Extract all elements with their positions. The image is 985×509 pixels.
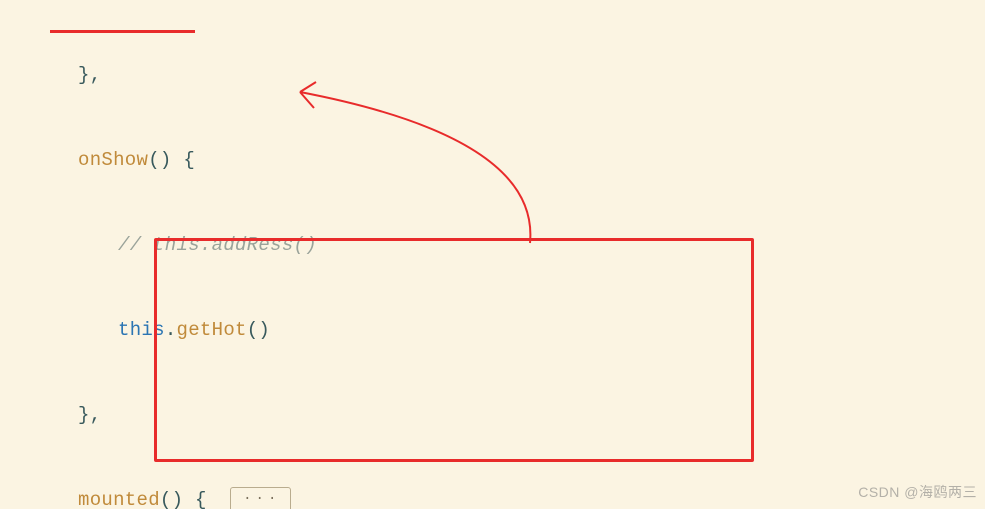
comment: // this.addRess() [118, 234, 317, 256]
code-line: }, [0, 61, 985, 89]
function-name: mounted [78, 489, 160, 509]
code-line: this.getHot() [0, 316, 985, 344]
text: }, [78, 64, 101, 86]
fold-button[interactable]: ··· [230, 487, 291, 509]
code-block: }, onShow() { // this.addRess() this.get… [0, 0, 985, 509]
keyword-this: this [118, 319, 165, 341]
code-line: }, [0, 401, 985, 429]
code-line: mounted() { ··· [0, 486, 985, 509]
method-name: getHot [177, 319, 247, 341]
watermark: CSDN @海鸥两三 [858, 482, 977, 503]
function-name: onShow [78, 149, 148, 171]
annotation-underline [50, 30, 195, 33]
text: }, [78, 404, 101, 426]
code-line: onShow() { [0, 146, 985, 174]
code-line: // this.addRess() [0, 231, 985, 259]
